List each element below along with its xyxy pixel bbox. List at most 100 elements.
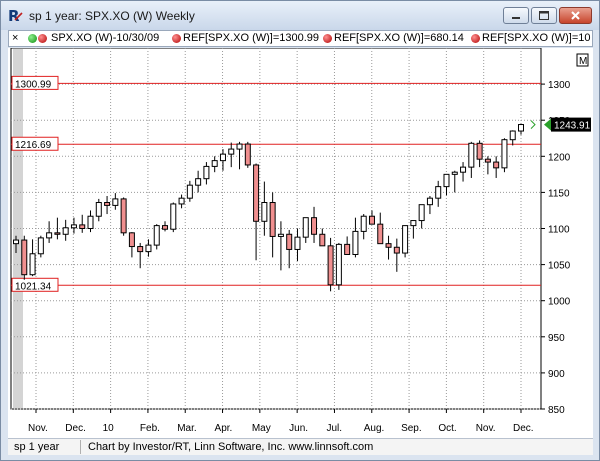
window-title: sp 1 year: SPX.XO (W) Weekly xyxy=(29,9,195,23)
chart-area[interactable]: 8509009501000105011001150120012501300Nov… xyxy=(8,48,593,438)
reference-label: 1021.34 xyxy=(15,281,52,292)
candle-body xyxy=(104,202,111,206)
info-bar-close-icon[interactable]: × xyxy=(12,32,18,44)
x-tick-label: Mar. xyxy=(177,423,196,434)
candle-body xyxy=(170,203,177,230)
candle-body xyxy=(186,184,193,199)
y-tick-label: 1050 xyxy=(548,261,571,272)
candle-body xyxy=(37,237,44,255)
candle-body xyxy=(62,227,69,235)
candle-body xyxy=(393,246,400,254)
y-tick-label: 1300 xyxy=(548,80,571,91)
red-dot-icon xyxy=(323,34,332,43)
green-dot-icon xyxy=(28,34,37,43)
candle-body xyxy=(54,232,61,235)
candle-body xyxy=(451,171,458,175)
x-tick-label: Nov. xyxy=(476,423,496,434)
y-tick-label: 950 xyxy=(548,333,565,344)
y-tick-label: 1200 xyxy=(548,152,571,163)
candle-body xyxy=(46,232,53,239)
candle-body xyxy=(327,245,334,286)
candle-body xyxy=(294,236,301,250)
x-tick-label: Oct. xyxy=(438,423,456,434)
credit-text: Chart by Investor/RT, Linn Software, Inc… xyxy=(88,441,374,453)
red-dot-icon xyxy=(38,34,47,43)
close-icon xyxy=(571,11,580,20)
y-tick-label: 1150 xyxy=(548,188,570,199)
candle-body xyxy=(385,243,392,248)
title-bar: R sp 1 year: SPX.XO (W) Weekly xyxy=(1,1,599,30)
candle-body xyxy=(236,143,243,150)
symbol-label: SPX.XO (W)-10/30/09 xyxy=(51,32,160,44)
candle-body xyxy=(302,217,309,238)
candle-body xyxy=(368,215,375,225)
candle-body xyxy=(426,197,433,206)
chart-name-label: sp 1 year xyxy=(14,441,60,453)
x-tick-label: Aug. xyxy=(364,423,385,434)
candle-body xyxy=(145,244,152,253)
candle-body xyxy=(228,148,235,155)
candle-body xyxy=(443,173,450,188)
candle-body xyxy=(162,225,169,230)
y-tick-label: 850 xyxy=(548,405,565,416)
candle-body xyxy=(319,233,326,247)
candle-body xyxy=(468,142,475,168)
candle-body xyxy=(360,215,367,232)
candle-body xyxy=(219,153,226,162)
app-logo-icon: R xyxy=(8,7,23,23)
ref-label-1: REF[SPX.XO (W)]=1300.99 xyxy=(183,32,320,44)
candle-body xyxy=(518,124,524,132)
reference-label: 1216.69 xyxy=(15,140,52,151)
status-bar: sp 1 year Chart by Investor/RT, Linn Sof… xyxy=(8,438,593,455)
candle-body xyxy=(29,253,36,276)
candle-body xyxy=(253,164,260,222)
y-tick-label: 1000 xyxy=(548,297,571,308)
candle-body xyxy=(153,225,160,246)
x-tick-label: Dec. xyxy=(65,423,86,434)
candle-body xyxy=(70,224,77,229)
ref-label-3: REF[SPX.XO (W)]=10 xyxy=(482,32,591,44)
x-tick-label: May xyxy=(252,423,271,434)
candle-body xyxy=(211,160,218,167)
candle-body xyxy=(21,239,28,276)
y-tick-label: 1100 xyxy=(548,225,570,236)
candle-body xyxy=(195,178,202,186)
red-dot-icon xyxy=(172,34,181,43)
candle-body xyxy=(203,165,210,180)
candle-body xyxy=(509,130,516,141)
candle-body xyxy=(402,225,409,254)
minimize-icon xyxy=(512,17,520,19)
red-dot-icon xyxy=(471,34,480,43)
candle-body xyxy=(377,223,384,245)
maximize-icon xyxy=(539,11,549,20)
candle-body xyxy=(277,233,284,237)
candle-body xyxy=(13,239,19,245)
candle-body xyxy=(244,143,251,166)
chart-info-bar: × SPX.XO (W)-10/30/09 REF[SPX.XO (W)]=13… xyxy=(8,30,593,47)
last-price-label: 1243.91 xyxy=(554,121,591,132)
candle-body xyxy=(128,232,135,248)
candle-body xyxy=(460,166,467,173)
candlestick-chart[interactable]: 8509009501000105011001150120012501300Nov… xyxy=(8,48,593,438)
reference-label: 1300.99 xyxy=(15,79,52,90)
candle-body xyxy=(112,198,119,206)
candle-body xyxy=(484,158,491,163)
candle-body xyxy=(137,246,144,253)
app-window: R sp 1 year: SPX.XO (W) Weekly × SPX.XO … xyxy=(0,0,600,461)
maximize-button[interactable] xyxy=(531,7,557,24)
candle-body xyxy=(79,224,86,229)
x-tick-label: 10 xyxy=(103,423,115,434)
candle-body xyxy=(501,139,508,169)
candle-body xyxy=(311,217,318,235)
candle-body xyxy=(95,202,102,217)
candle-body xyxy=(87,215,94,229)
candle-body xyxy=(352,230,359,255)
candle-body xyxy=(344,243,351,255)
minimize-button[interactable] xyxy=(503,7,529,24)
candle-body xyxy=(410,220,417,227)
svg-text:R: R xyxy=(8,7,20,23)
candle-body xyxy=(418,204,425,222)
close-button[interactable] xyxy=(559,7,592,24)
candle-body xyxy=(269,202,276,237)
candle-body xyxy=(335,243,342,286)
